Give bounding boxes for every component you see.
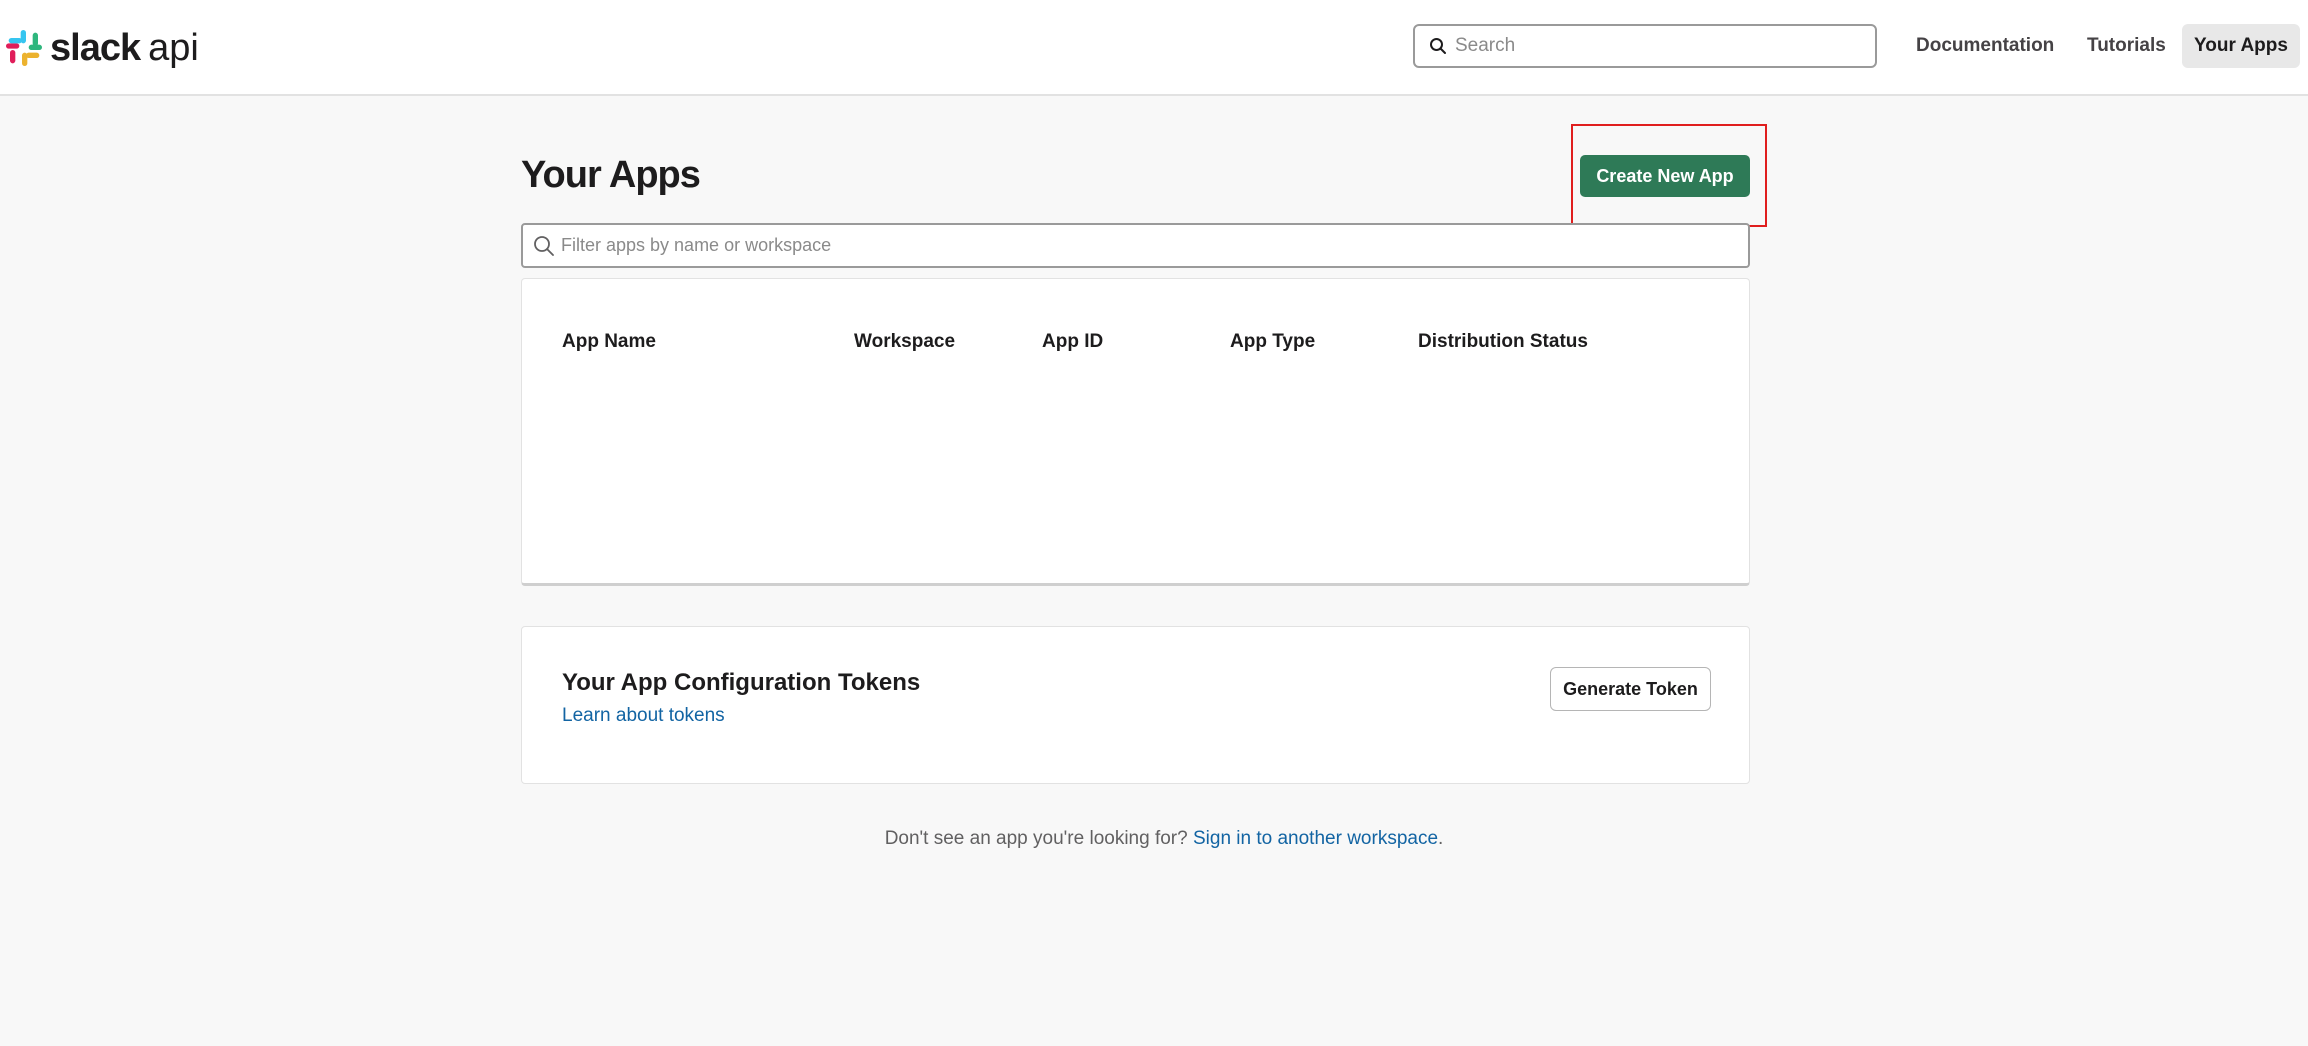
column-header-workspace[interactable]: Workspace <box>854 331 955 353</box>
slack-api-logo[interactable]: slack api <box>6 26 199 69</box>
nav-documentation[interactable]: Documentation <box>1916 24 2054 68</box>
footer-period: . <box>1438 828 1444 849</box>
column-header-app-type[interactable]: App Type <box>1230 331 1315 353</box>
tokens-title: Your App Configuration Tokens <box>562 669 921 696</box>
top-search-box[interactable] <box>1413 24 1877 68</box>
filter-apps-box[interactable] <box>521 223 1750 268</box>
apps-table: App Name Workspace App ID App Type Distr… <box>521 278 1750 586</box>
sign-in-another-workspace-link[interactable]: Sign in to another workspace <box>1193 828 1438 849</box>
column-header-app-name[interactable]: App Name <box>562 331 656 353</box>
search-icon <box>533 235 555 257</box>
page-title: Your Apps <box>521 154 701 196</box>
nav-your-apps[interactable]: Your Apps <box>2182 24 2300 68</box>
top-search-input[interactable] <box>1455 35 1855 57</box>
top-nav-bar: slack api Documentation Tutorials Your A… <box>0 0 2308 96</box>
footer-message: Don't see an app you're looking for? Sig… <box>0 828 2308 850</box>
logo-suffix: api <box>148 26 199 69</box>
create-new-app-button[interactable]: Create New App <box>1580 155 1750 197</box>
generate-token-button[interactable]: Generate Token <box>1550 667 1711 711</box>
column-header-distribution-status[interactable]: Distribution Status <box>1418 331 1588 353</box>
filter-apps-input[interactable] <box>561 235 1711 256</box>
slack-logo-icon <box>6 30 42 66</box>
nav-tutorials[interactable]: Tutorials <box>2087 24 2166 68</box>
footer-text: Don't see an app you're looking for? <box>884 828 1188 849</box>
column-header-app-id[interactable]: App ID <box>1042 331 1103 353</box>
search-icon <box>1429 37 1447 55</box>
logo-wordmark: slack <box>50 26 141 69</box>
learn-about-tokens-link[interactable]: Learn about tokens <box>562 705 725 727</box>
config-tokens-card: Your App Configuration Tokens Learn abou… <box>521 626 1750 784</box>
